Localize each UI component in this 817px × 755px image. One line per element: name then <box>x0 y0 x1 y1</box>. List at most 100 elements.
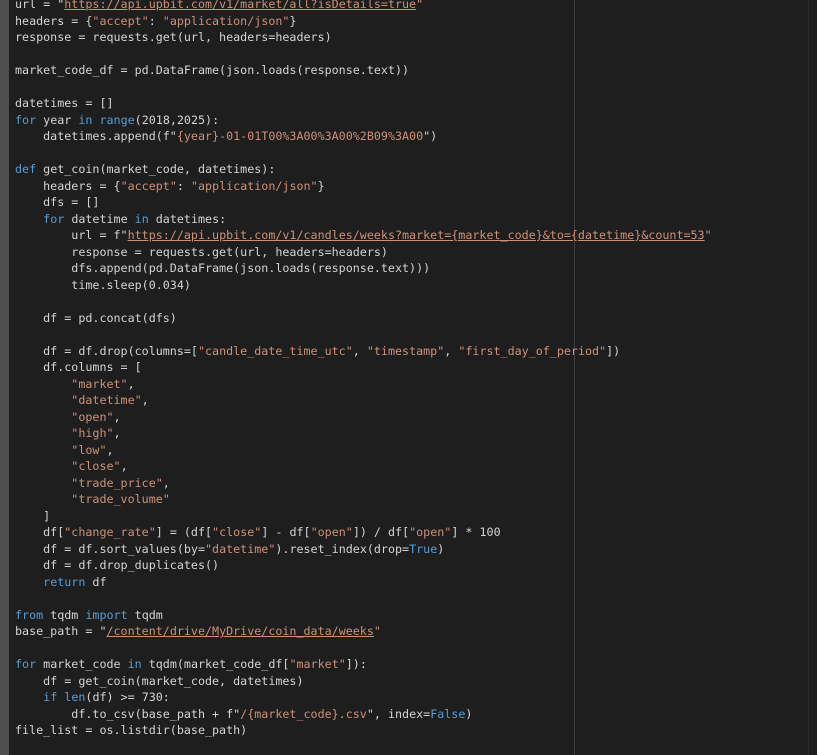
vertical-scrollbar[interactable] <box>808 0 817 755</box>
code-line: if len(df) >= 730: <box>15 689 712 706</box>
code-token: "open" <box>409 525 452 539</box>
code-token: , <box>113 409 121 424</box>
code-line: df["change_rate"] = (df["close"] - df["o… <box>15 524 712 541</box>
code-line: "low", <box>15 442 712 459</box>
code-token: /content/drive/MyDrive/coin_data/weeks <box>106 624 374 638</box>
code-line: for datetime in datetimes: <box>15 211 712 228</box>
code-token: , <box>120 459 128 473</box>
code-token: url = " <box>15 0 65 11</box>
code-token: len <box>64 690 86 704</box>
code-token: } <box>317 178 325 193</box>
code-token: url = f" <box>15 228 128 242</box>
code-token: datetimes: <box>148 211 227 226</box>
code-token: ] <box>15 508 51 523</box>
code-token: datetimes = [] <box>15 96 114 110</box>
code-token: market_code_df = pd.DataFrame(json.loads… <box>15 63 410 77</box>
code-token: dfs = [] <box>15 195 100 209</box>
code-token: ]): <box>345 657 367 671</box>
code-line: "trade_price", <box>15 475 712 492</box>
code-token: , <box>162 475 170 490</box>
code-token: for <box>43 211 65 226</box>
code-token: return <box>43 574 86 589</box>
code-token: ] * 100 <box>451 525 501 539</box>
code-line: response = requests.get(url, headers=hea… <box>15 29 712 46</box>
code-line: file_list = os.listdir(base_path) <box>15 722 712 739</box>
code-line: def get_coin(market_code, datetimes): <box>15 161 712 178</box>
code-token: year <box>36 112 79 127</box>
code-token: df[ <box>15 525 65 539</box>
code-token: ]) / df[ <box>352 525 410 539</box>
code-token: response = requests.get(url, headers=hea… <box>15 244 388 259</box>
code-token: "application/json" <box>190 178 318 193</box>
code-token: "high" <box>71 426 114 440</box>
code-token: "candle_date_time_utc" <box>197 343 353 358</box>
code-token: , <box>113 426 121 440</box>
code-line: df.to_csv(base_path + f"/{market_code}.c… <box>15 706 712 723</box>
code-token: , <box>141 393 149 407</box>
code-token: df = df.sort_values(by= <box>15 541 205 556</box>
code-editor[interactable]: url = "https://api.upbit.com/v1/market/a… <box>15 0 712 739</box>
code-token: {year}-01-01T00%3A00%3A00%2B09%3A00 <box>176 129 424 143</box>
code-token: , <box>106 442 114 457</box>
code-token: df.columns = [ <box>15 360 142 374</box>
code-token: df <box>85 574 107 589</box>
code-token: "application/json" <box>162 13 290 28</box>
code-token: "trade_price" <box>71 475 163 490</box>
code-token: in <box>127 657 142 671</box>
code-token: "change_rate" <box>64 525 156 539</box>
code-token: ]) <box>606 343 621 358</box>
code-token: tqdm <box>127 607 163 622</box>
code-token: "trade_volume" <box>71 492 170 506</box>
code-token: "first_day_of_period" <box>458 343 607 358</box>
code-token: ") <box>423 129 438 143</box>
code-line: datetimes.append(f"{year}-01-01T00%3A00%… <box>15 128 712 145</box>
code-token: get_coin(market_code, datetimes): <box>36 162 276 176</box>
code-line: df = get_coin(market_code, datetimes) <box>15 673 712 690</box>
code-token: False <box>430 706 466 721</box>
code-line: dfs.append(pd.DataFrame(json.loads(respo… <box>15 260 712 277</box>
code-token: "datetime" <box>205 541 276 556</box>
code-token: file_list = os.listdir(base_path) <box>15 723 248 737</box>
code-token: tqdm(market_code_df[ <box>141 657 290 671</box>
code-line: df = df.sort_values(by="datetime").reset… <box>15 541 712 558</box>
code-token: (df) >= 730: <box>85 690 170 704</box>
code-line: df = df.drop_duplicates() <box>15 557 712 574</box>
code-token: datetimes.append(f" <box>15 129 177 143</box>
code-token: for <box>15 112 37 127</box>
code-line: "high", <box>15 425 712 442</box>
code-line: base_path = "/content/drive/MyDrive/coin… <box>15 623 712 640</box>
code-token: ] = (df[ <box>155 525 213 539</box>
code-token: in <box>134 211 149 226</box>
code-token: df = df.drop_duplicates() <box>15 558 220 572</box>
code-token: "close" <box>71 459 121 473</box>
code-line: response = requests.get(url, headers=hea… <box>15 244 712 261</box>
code-token: ) <box>437 541 445 556</box>
code-token: "low" <box>71 442 107 457</box>
code-token: headers = { <box>15 178 121 193</box>
code-line: dfs = [] <box>15 194 712 211</box>
code-token: "datetime" <box>71 393 142 407</box>
code-token: def <box>15 162 37 176</box>
code-token: import <box>85 607 128 622</box>
code-line: for market_code in tqdm(market_code_df["… <box>15 656 712 673</box>
code-token: /{market_code}.csv <box>240 706 367 721</box>
code-token: " <box>704 228 712 242</box>
code-token: in <box>78 112 93 127</box>
code-line: headers = {"accept": "application/json"} <box>15 13 712 30</box>
code-token: , <box>127 376 135 391</box>
code-token: ) <box>465 706 473 721</box>
editor-gutter <box>0 0 9 755</box>
code-line: time.sleep(0.034) <box>15 277 712 294</box>
